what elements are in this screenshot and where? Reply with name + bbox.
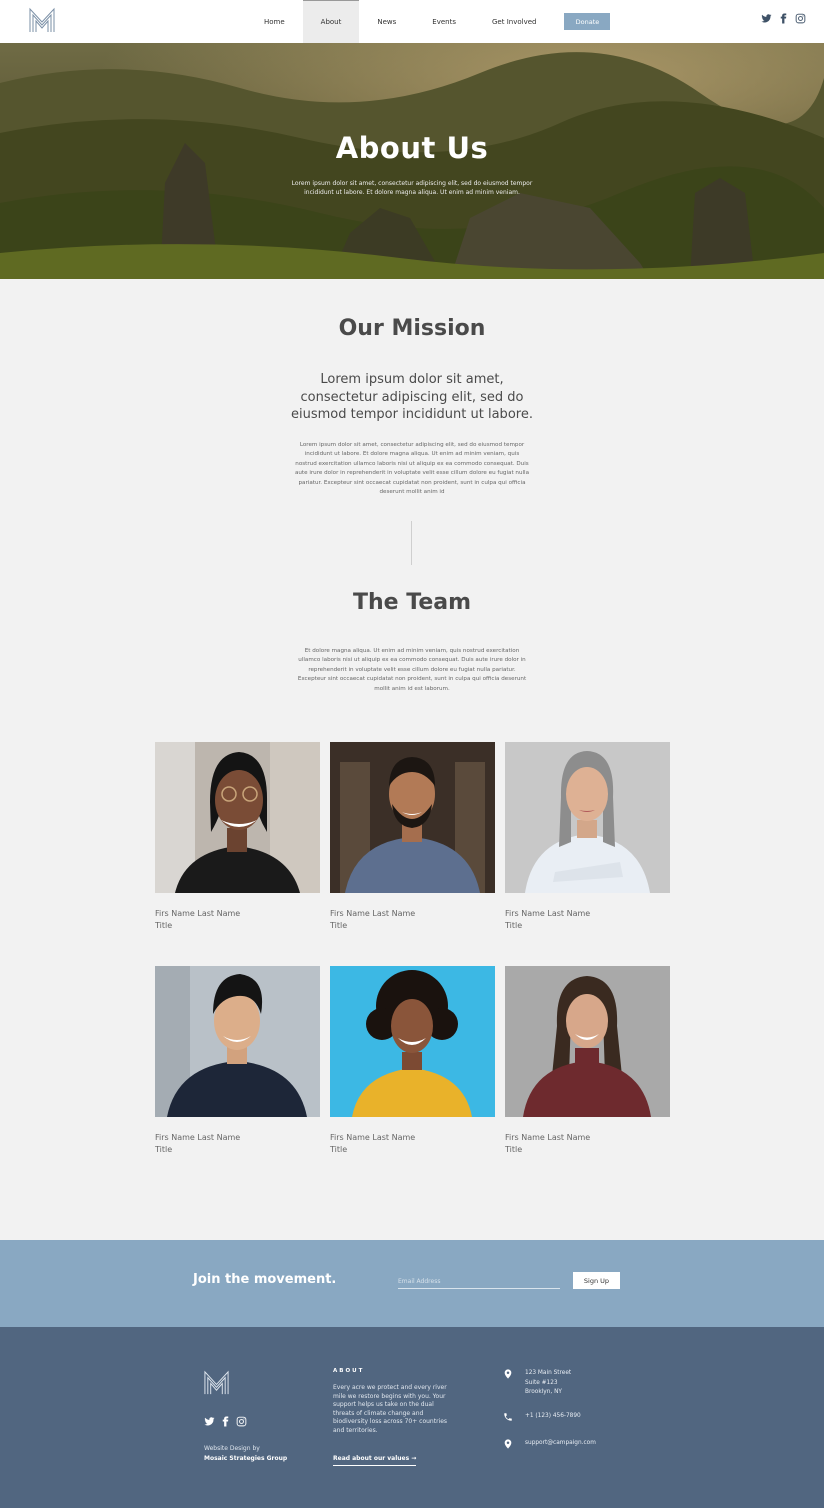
hero-title: About Us [335, 131, 489, 165]
team-card[interactable]: Firs Name Last Name Title [505, 742, 670, 932]
footer-socials [204, 1416, 247, 1427]
map-pin-icon [504, 1369, 512, 1379]
mission-body: Lorem ipsum dolor sit amet, consectetur … [294, 442, 530, 496]
email-input[interactable] [398, 1275, 560, 1289]
team-body: Et dolore magna aliqua. Ut enim ad minim… [297, 648, 527, 692]
twitter-icon[interactable] [761, 13, 772, 24]
mission-lead: Lorem ipsum dolor sit amet, consectetur … [291, 372, 533, 422]
nav-news[interactable]: News [359, 0, 414, 43]
team-member-photo [155, 966, 320, 1117]
donate-button[interactable]: Donate [564, 13, 611, 30]
phone-icon [504, 1413, 512, 1421]
footer-about-text: Every acre we protect and every river mi… [333, 1384, 448, 1434]
hero-text: Lorem ipsum dolor sit amet, consectetur … [291, 180, 533, 196]
header-socials [761, 13, 806, 24]
hero-banner: About Us Lorem ipsum dolor sit amet, con… [0, 43, 824, 279]
instagram-icon[interactable] [236, 1416, 247, 1427]
site-header: Home About News Events Get Involved Dona… [0, 0, 824, 43]
address-line: Suite #123 [525, 1379, 558, 1386]
nav-home[interactable]: Home [246, 0, 303, 43]
team-member-photo [155, 742, 320, 893]
nav-get-involved[interactable]: Get Involved [474, 0, 554, 43]
logo-icon[interactable] [28, 6, 56, 34]
site-footer: Website Design by Mosaic Strategies Grou… [0, 1327, 824, 1508]
team-member-title: Title [155, 1145, 173, 1154]
team-member-photo [330, 966, 495, 1117]
values-link[interactable]: Read about our values → [333, 1455, 417, 1466]
nav-about[interactable]: About [302, 0, 360, 43]
team-member-title: Title [330, 1145, 348, 1154]
team-member-title: Title [505, 921, 523, 930]
team-member-photo [505, 742, 670, 893]
footer-about-heading: ABOUT [333, 1368, 365, 1374]
newsletter-section: Join the movement. Sign Up [0, 1240, 824, 1327]
facebook-icon[interactable] [220, 1416, 231, 1427]
team-card[interactable]: Firs Name Last Name Title [155, 966, 320, 1156]
team-member-name: Firs Name Last Name [155, 1133, 241, 1142]
team-member-name: Firs Name Last Name [505, 909, 591, 918]
address-line: 123 Main Street [525, 1370, 572, 1376]
instagram-icon[interactable] [795, 13, 806, 24]
facebook-icon[interactable] [778, 13, 789, 24]
address-text: 123 Main Street Suite #123 Brooklyn, NY [525, 1369, 571, 1398]
signup-button[interactable]: Sign Up [573, 1272, 620, 1289]
footer-phone: +1 (123) 456-7890 [503, 1412, 581, 1422]
nav-events[interactable]: Events [414, 0, 474, 43]
team-member-name: Firs Name Last Name [330, 1133, 416, 1142]
footer-credit: Website Design by Mosaic Strategies Grou… [204, 1444, 287, 1463]
credit-line: Website Design by [204, 1445, 260, 1452]
mission-title: Our Mission [338, 316, 486, 341]
team-member-title: Title [505, 1145, 523, 1154]
team-member-name: Firs Name Last Name [330, 909, 416, 918]
twitter-icon[interactable] [204, 1416, 215, 1427]
footer-address: 123 Main Street Suite #123 Brooklyn, NY [503, 1369, 571, 1398]
map-pin-icon [504, 1439, 512, 1449]
address-line: Brooklyn, NY [525, 1389, 562, 1395]
team-card[interactable]: Firs Name Last Name Title [155, 742, 320, 932]
team-title: The Team [352, 590, 472, 615]
email-link[interactable]: support@campaign.com [525, 1439, 596, 1449]
team-member-photo [330, 742, 495, 893]
team-member-photo [505, 966, 670, 1117]
credit-company-link[interactable]: Mosaic Strategies Group [204, 1455, 287, 1462]
team-member-title: Title [155, 921, 173, 930]
team-member-title: Title [330, 921, 348, 930]
newsletter-title: Join the movement. [193, 1272, 337, 1287]
team-card[interactable]: Firs Name Last Name Title [505, 966, 670, 1156]
section-divider [411, 521, 412, 565]
footer-logo-icon[interactable] [203, 1369, 230, 1396]
phone-link[interactable]: +1 (123) 456-7890 [525, 1412, 581, 1422]
team-card[interactable]: Firs Name Last Name Title [330, 742, 495, 932]
team-member-name: Firs Name Last Name [505, 1133, 591, 1142]
footer-email: support@campaign.com [503, 1439, 596, 1449]
main-nav: Home About News Events Get Involved Dona… [246, 0, 611, 43]
team-member-name: Firs Name Last Name [155, 909, 241, 918]
team-card[interactable]: Firs Name Last Name Title [330, 966, 495, 1156]
